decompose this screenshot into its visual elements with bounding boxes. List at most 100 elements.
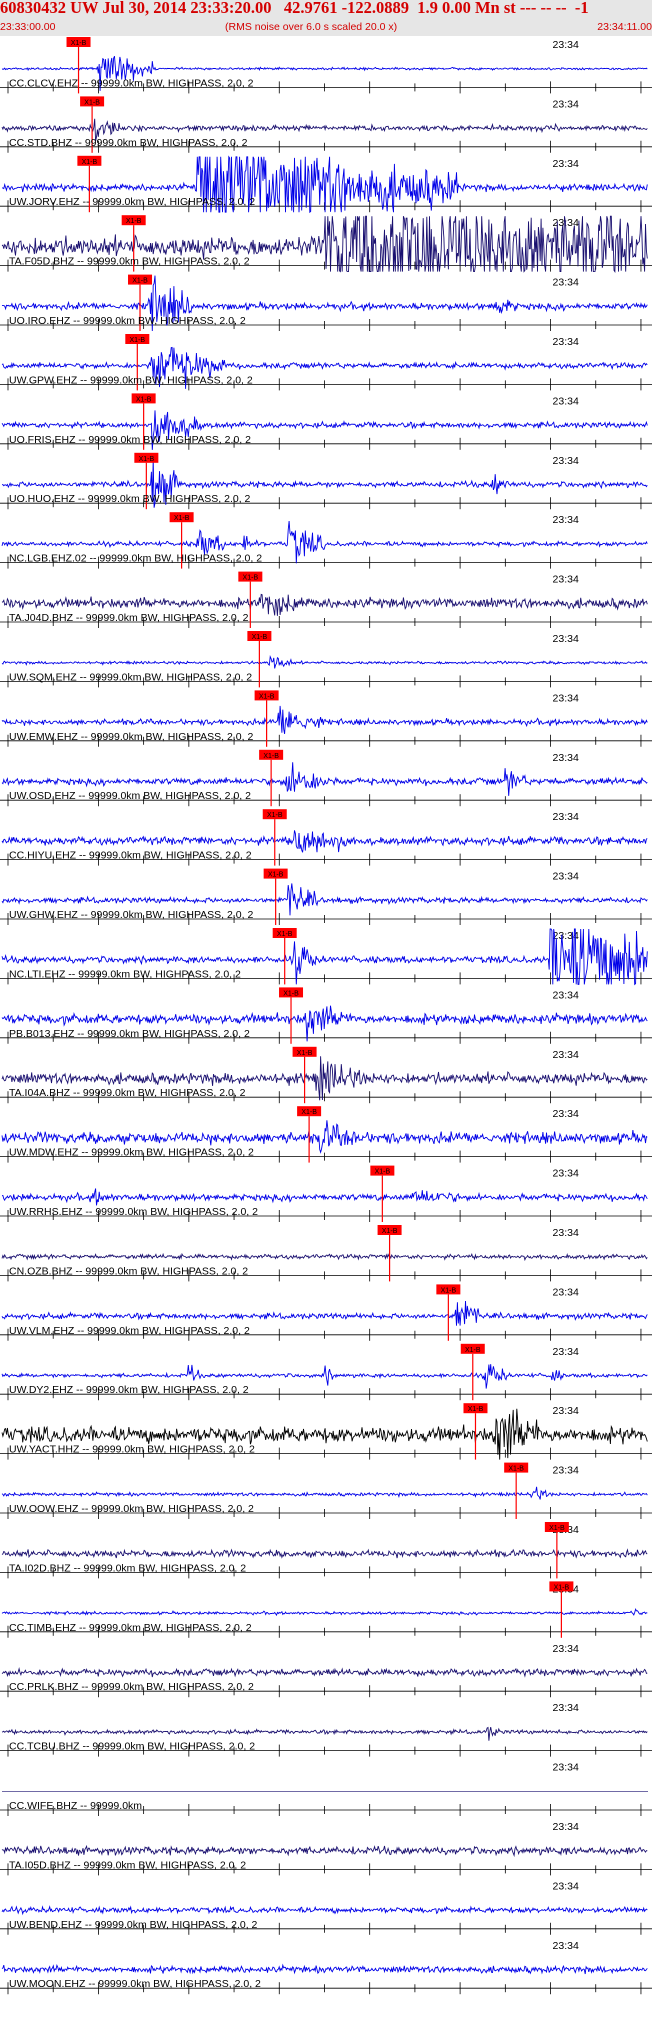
end-time-label: 23:34:11.00: [597, 21, 652, 33]
channel-label: TA.J04D.BHZ -- 99999.0km BW, HIGHPASS, 2…: [9, 612, 249, 624]
channel-label: UW.YACT.HHZ -- 99999.0km BW, HIGHPASS, 2…: [9, 1444, 255, 1456]
pick-flag-label: X1-B: [382, 1228, 398, 1235]
channel-panel: 23:34X1-BTA.F05D.BHZ -- 99999.0km BW, HI…: [0, 215, 652, 273]
time-tick-label: 23:34: [553, 514, 579, 526]
time-tick-label: 23:34: [553, 455, 579, 467]
channel-panel: 23:34 X1-B PB.B013.EHZ -- 99999.0km BW, HI…: [0, 987, 652, 1044]
channel-panel: 23:34 X1-B UW.GPW.EHZ -- 99999.0km BW, HIG…: [0, 334, 652, 391]
waveform-trace: [1, 1963, 648, 1975]
channel-label: UW.GHW.EHZ -- 99999.0km BW, HIGHPASS, 2.…: [9, 909, 253, 921]
time-tick-label: 23:34: [553, 633, 579, 645]
pick-flag-label: X1-B: [468, 1406, 484, 1413]
channel-label: TA.I05D.BHZ -- 99999.0km BW, HIGHPASS, 2…: [9, 1859, 246, 1871]
time-tick-label: 23:34: [553, 39, 579, 51]
pick-flag-label: X1-B: [441, 1287, 457, 1294]
channel-label: TA.I04A.BHZ -- 99999.0km BW, HIGHPASS, 2…: [9, 1087, 246, 1099]
waveform-trace: [1, 1844, 648, 1858]
time-tick-label: 23:34: [553, 1286, 579, 1298]
channel-panel: 23:34X1-BNC.LTI.EHZ -- 99999.0km BW, HIG…: [0, 928, 652, 986]
channel-panel: 23:34X1-BCC.TIMB.EHZ -- 99999.0km BW, HI…: [0, 1581, 652, 1638]
channel-label: UW.DY2.EHZ -- 99999.0km BW, HIGHPASS, 2.…: [9, 1384, 249, 1396]
time-tick-label: 23:34: [553, 1108, 579, 1120]
pick-flag-label: X1-B: [243, 575, 259, 582]
waveform-trace: [1, 1607, 648, 1617]
waveform-trace: [1, 705, 648, 734]
channel-panel: 23:34 X1-B UW.DY2.EHZ -- 99999.0km BW, HIG…: [0, 1343, 652, 1401]
waveform-trace: [1, 1726, 648, 1741]
channel-label: UW.OSD.EHZ -- 99999.0km BW, HIGHPASS, 2.…: [9, 790, 251, 802]
channel-label: CC.TCBU.BHZ -- 99999.0km BW, HIGHPASS, 2…: [9, 1741, 255, 1753]
pick-flag-label: X1-B: [465, 1347, 481, 1354]
channel-label: UW.JORV.EHZ -- 99999.0km BW, HIGHPASS, 2…: [9, 196, 255, 208]
plot-header: 60830432 UW Jul 30, 2014 23:33:20.00 42.…: [0, 0, 652, 36]
channel-panel: 23:34 X1-B TA.I04A.BHZ -- 99999.0km BW, HI…: [0, 1046, 652, 1104]
pick-flag-label: X1-B: [82, 159, 98, 166]
channel-label: CC.WIFE.BHZ -- 99999.0km: [9, 1800, 142, 1812]
channel-panel: 23:34 X1-B TA.J04D.BHZ -- 99999.0km BW, HI…: [0, 571, 652, 628]
channel-panel: 23:34 X1-B UW.RRHS.EHZ -- 99999.0km BW, HI…: [0, 1165, 652, 1222]
channel-label: UW.SQM.EHZ -- 99999.0km BW, HIGHPASS, 2.…: [9, 671, 252, 683]
channel-panel: 23:34 X1-B UW.GHW.EHZ -- 99999.0km BW, HIG…: [0, 868, 652, 925]
time-tick-label: 23:34: [553, 1346, 579, 1358]
channel-panel: 23:34 X1-B UW.OSD.EHZ -- 99999.0km BW, HIG…: [0, 749, 652, 807]
channel-label: CC.CLCV.EHZ -- 99999.0km BW, HIGHPASS, 2…: [9, 77, 254, 89]
pick-flag-label: X1-B: [277, 931, 293, 938]
channel-panel: 23:34 X1-B NC.LGB.EHZ.02 -- 99999.0km BW, …: [0, 512, 652, 569]
time-tick-label: 23:34: [553, 811, 579, 823]
channel-label: CC.PRLK.BHZ -- 99999.0km BW, HIGHPASS, 2…: [9, 1681, 254, 1693]
time-tick-label: 23:34: [553, 336, 579, 348]
pick-flag-label: X1-B: [136, 396, 152, 403]
channel-label: UW.BEND.EHZ -- 99999.0km BW, HIGHPASS, 2…: [9, 1919, 258, 1931]
scaling-note: (RMS noise over 6.0 s scaled 20.0 x): [225, 21, 398, 33]
pick-flag-label: X1-B: [132, 278, 148, 285]
time-tick-label: 23:34: [553, 98, 579, 110]
channel-panel: 23:34 X1-B UW.EMW.EHZ -- 99999.0km BW, HIG…: [0, 690, 652, 747]
pick-flag-label: X1-B: [267, 812, 283, 819]
channel-panel: 23:34 X1-B CC.CLCV.EHZ -- 99999.0km BW, HI…: [0, 37, 652, 94]
start-time-label: 23:33:00.00: [0, 21, 56, 33]
channel-label: UO.FRIS.EHZ -- 99999.0km BW, HIGHPASS, 2…: [9, 434, 251, 446]
channel-label: UO.HUO.EHZ -- 99999.0km BW, HIGHPASS, 2.…: [9, 493, 251, 505]
seismogram-plot: 23:34 X1-B CC.CLCV.EHZ -- 99999.0km BW, HI…: [0, 37, 652, 1995]
time-tick-label: 23:34: [553, 158, 579, 170]
time-tick-label: 23:34: [553, 1465, 579, 1477]
pick-flag-label: X1-B: [554, 1584, 570, 1591]
channel-label: UW.OOW.EHZ -- 99999.0km BW, HIGHPASS, 2.…: [9, 1503, 254, 1515]
channel-label: PB.B013.EHZ -- 99999.0km BW, HIGHPASS, 2…: [9, 1028, 250, 1040]
channel-label: CC.STD.BHZ -- 99999.0km BW, HIGHPASS, 2.…: [9, 137, 248, 149]
channel-label: NC.LGB.EHZ.02 -- 99999.0km BW, HIGHPASS,…: [9, 553, 262, 565]
time-tick-label: 23:34: [553, 752, 579, 764]
pick-flag-label: X1-B: [268, 872, 284, 879]
channel-label: CC.TIMB.EHZ -- 99999.0km BW, HIGHPASS, 2…: [9, 1622, 252, 1634]
channel-label: CN.OZB.BHZ -- 99999.0km BW, HIGHPASS, 2.…: [9, 1265, 248, 1277]
channel-panel: 23:34 X1-B UW.YACT.HHZ -- 99999.0km BW, HI…: [0, 1403, 652, 1460]
channel-panel: 23:34 X1-B UO.IRO.EHZ -- 99999.0km BW, HIG…: [0, 274, 652, 332]
event-title: 60830432 UW Jul 30, 2014 23:33:20.00 42.…: [0, 0, 589, 17]
pick-flag-label: X1-B: [84, 99, 100, 106]
channel-panel: 23:34 X1-B UW.OOW.EHZ -- 99999.0km BW, HIG…: [0, 1462, 652, 1519]
pick-flag-label: X1-B: [126, 218, 142, 225]
pick-flag-label: X1-B: [263, 753, 279, 760]
time-tick-label: 23:34: [553, 1940, 579, 1952]
pick-flag-label: X1-B: [283, 990, 299, 997]
channel-panel: 23:34 CC.PRLK.BHZ -- 99999.0km BW, HIGHPA…: [0, 1643, 652, 1698]
channel-panel: 23:34 X1-B CN.OZB.BHZ -- 99999.0km BW, HIG…: [0, 1225, 652, 1282]
channel-panel: 23:34X1-BTA.I02D.BHZ -- 99999.0km BW, HI…: [0, 1522, 652, 1579]
pick-flag-label: X1-B: [252, 634, 268, 641]
channel-label: NC.LTI.EHZ -- 99999.0km BW, HIGHPASS, 2.…: [9, 968, 241, 980]
pick-flag-label: X1-B: [130, 337, 146, 344]
time-tick-label: 23:34: [553, 574, 579, 586]
time-tick-label: 23:34: [553, 989, 579, 1001]
waveform-trace: [1, 1905, 648, 1916]
channel-label: UW.MDW.EHZ -- 99999.0km BW, HIGHPASS, 2.…: [9, 1147, 254, 1159]
pick-flag-label: X1-B: [375, 1169, 391, 1176]
time-tick-label: 23:34: [553, 277, 579, 289]
waveform-trace: [1, 1548, 648, 1559]
channel-panel: 23:34 UW.BEND.EHZ -- 99999.0km BW, HIGHPA…: [0, 1880, 652, 1935]
time-tick-label: 23:34: [553, 1821, 579, 1833]
channel-panel: 23:34 X1-B UW.MDW.EHZ -- 99999.0km BW, HIG…: [0, 1106, 652, 1163]
waveform-trace: [1, 1252, 648, 1262]
time-tick-label: 23:34: [553, 1168, 579, 1180]
channel-label: TA.F05D.BHZ -- 99999.0km BW, HIGHPASS, 2…: [9, 256, 250, 268]
channel-panel: 23:34 UW.MOON.EHZ -- 99999.0km BW, HIGHPA…: [0, 1940, 652, 1995]
